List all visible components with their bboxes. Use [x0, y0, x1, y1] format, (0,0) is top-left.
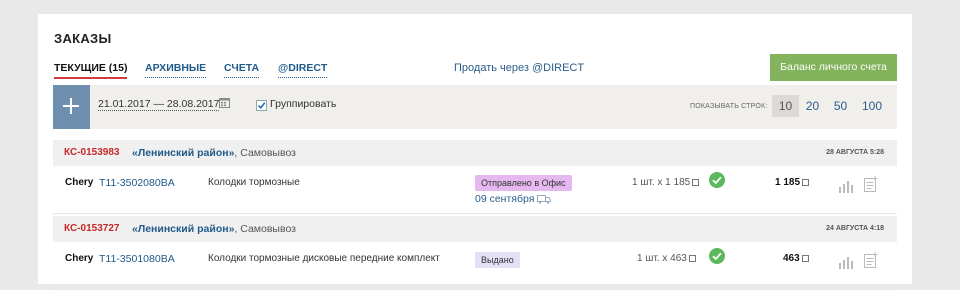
tab-archive[interactable]: АРХИВНЫЕ [145, 62, 207, 78]
order-delivery: , Самовывоз [234, 223, 296, 235]
bar-chart-icon[interactable] [839, 179, 853, 193]
item-quantity: 1 шт. х 1 185 [632, 177, 700, 188]
document-icon[interactable] [864, 176, 878, 192]
table-row: Chery T11-3502080BA Колодки тормозные От… [53, 167, 897, 214]
order-location: «Ленинский район», Самовывоз [132, 223, 296, 235]
page-size-20[interactable]: 20 [799, 95, 826, 117]
item-total: 1 185 [775, 177, 810, 188]
currency-icon [692, 178, 700, 186]
item-brand: Chery [65, 253, 94, 264]
item-total-text: 1 185 [775, 177, 801, 188]
item-article[interactable]: T11-3501080BA [99, 253, 175, 265]
currency-icon [688, 254, 696, 262]
item-quantity: 1 шт. х 463 [637, 253, 696, 264]
tab-direct[interactable]: @DIRECT [278, 62, 328, 78]
rows-per-page-label: ПОКАЗЫВАТЬ СТРОК: [690, 103, 768, 110]
group-label: Группировать [270, 98, 337, 110]
order-location-name[interactable]: «Ленинский район» [132, 223, 234, 235]
currency-icon [802, 178, 810, 186]
item-article[interactable]: T11-3502080BA [99, 177, 175, 189]
date-range-picker[interactable]: 21.01.2017 — 28.08.2017 [98, 98, 220, 111]
order-location: «Ленинский район», Самовывоз [132, 147, 296, 159]
item-quantity-text: 1 шт. х 1 185 [632, 177, 691, 188]
orders-panel: ЗАКАЗЫ ТЕКУЩИЕ (15) АРХИВНЫЕ СЧЕТА @DIRE… [38, 14, 912, 290]
item-description: Колодки тормозные [208, 177, 300, 188]
table-row: Chery T11-3501080BA Колодки тормозные ди… [53, 243, 897, 290]
calendar-icon[interactable] [219, 97, 230, 108]
item-total: 463 [783, 253, 809, 264]
check-circle-icon [709, 172, 725, 188]
item-quantity-text: 1 шт. х 463 [637, 253, 687, 264]
page-title: ЗАКАЗЫ [54, 31, 112, 46]
tab-invoices[interactable]: СЧЕТА [224, 62, 260, 78]
order-header: КС-0153727 «Ленинский район», Самовывоз … [53, 216, 897, 242]
document-icon[interactable] [864, 252, 878, 268]
currency-icon [801, 254, 809, 262]
bar-chart-icon[interactable] [839, 255, 853, 269]
sell-via-direct-link[interactable]: Продать через @DIRECT [454, 62, 584, 74]
order-location-name[interactable]: «Ленинский район» [132, 147, 234, 159]
order-delivery: , Самовывоз [234, 147, 296, 159]
add-order-button[interactable] [53, 85, 90, 129]
status-badge: Отправлено в Офис [475, 175, 572, 191]
plus-icon [63, 98, 79, 114]
group-checkbox[interactable] [256, 100, 267, 111]
order-date: 28 АВГУСТА 5:28 [826, 149, 884, 156]
order-number[interactable]: КС-0153727 [64, 223, 119, 234]
tab-current[interactable]: ТЕКУЩИЕ (15) [54, 62, 128, 79]
order-number[interactable]: КС-0153983 [64, 147, 119, 158]
order-date: 24 АВГУСТА 4:18 [826, 225, 884, 232]
page-size-100[interactable]: 100 [856, 95, 888, 117]
item-total-text: 463 [783, 253, 800, 264]
item-description: Колодки тормозные дисковые передние комп… [208, 253, 440, 264]
balance-button[interactable]: Баланс личного счета [770, 54, 897, 81]
page-size-50[interactable]: 50 [827, 95, 854, 117]
check-icon [257, 102, 266, 110]
order-header: КС-0153983 «Ленинский район», Самовывоз … [53, 140, 897, 166]
page-size-10[interactable]: 10 [772, 95, 799, 117]
check-circle-icon [709, 248, 725, 264]
ship-date: 09 сентября [475, 193, 535, 205]
filter-bar: 21.01.2017 — 28.08.2017 Группировать ПОК… [53, 85, 897, 129]
item-brand: Chery [65, 177, 94, 188]
status-badge: Выдано [475, 252, 520, 268]
truck-icon [537, 195, 551, 204]
